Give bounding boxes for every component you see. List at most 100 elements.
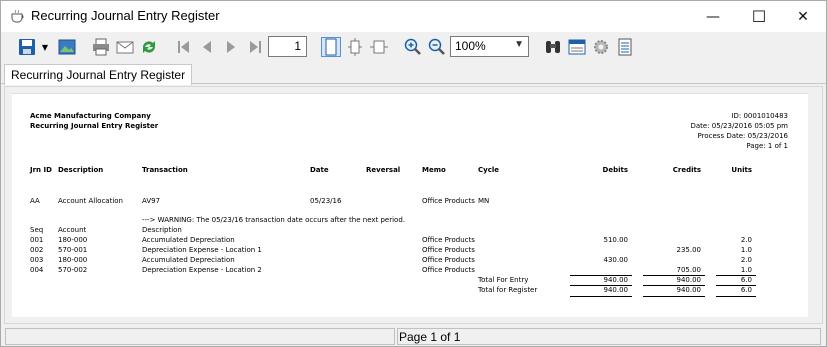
line-description: Accumulated Depreciation (142, 256, 235, 264)
export-image-button[interactable] (57, 37, 77, 57)
image-icon (58, 39, 76, 55)
page-setup-button[interactable] (567, 37, 587, 57)
line-seq: 003 (30, 256, 44, 264)
page-number-input[interactable]: 1 (268, 36, 307, 57)
previous-page-icon (203, 41, 211, 53)
line-memo: Office Products (422, 266, 475, 274)
zoom-out-button[interactable] (427, 37, 447, 57)
save-button[interactable] (17, 37, 37, 57)
warning-message: ---> WARNING: The 05/23/16 transaction d… (142, 216, 406, 224)
previous-page-button[interactable] (197, 37, 217, 57)
close-button[interactable]: ✕ (780, 1, 826, 32)
window-title: Recurring Journal Entry Register (31, 8, 220, 23)
col-units: Units (731, 166, 752, 174)
total-register-units: 6.0 (740, 286, 752, 294)
fit-width-button[interactable] (369, 37, 389, 57)
gear-icon (594, 40, 608, 54)
company-name: Acme Manufacturing Company (30, 112, 151, 120)
email-button[interactable] (115, 37, 135, 57)
total-register-credit: 940.00 (676, 286, 702, 294)
zoom-select[interactable]: 100% ▼ (450, 36, 529, 57)
maximize-icon: ☐ (751, 7, 767, 26)
line-account: 180-000 (58, 236, 88, 244)
minimize-button[interactable]: — (690, 1, 736, 32)
line-seq: 004 (30, 266, 44, 274)
fit-page-button[interactable] (345, 37, 365, 57)
binoculars-icon (546, 41, 560, 53)
line-account: 570-002 (58, 266, 88, 274)
next-page-button[interactable] (221, 37, 241, 57)
report-viewer: Acme Manufacturing Company Recurring Jou… (4, 86, 823, 324)
maximize-button[interactable]: ☐ (736, 1, 782, 32)
coffee-cup-icon (11, 9, 24, 23)
total-rule (716, 296, 756, 297)
line-units: 1.0 (740, 266, 752, 274)
refresh-icon (143, 41, 155, 53)
total-rule (643, 296, 705, 297)
line-units: 2.0 (740, 236, 752, 244)
entry-transaction: AV97 (142, 197, 161, 205)
entry-memo: Office Products (422, 197, 475, 205)
line-debit: 430.00 (603, 256, 629, 264)
col-cycle: Cycle (478, 166, 499, 174)
detail-col-seq: Seq (30, 226, 44, 234)
fit-page-icon (348, 38, 362, 56)
entry-date: 05/23/16 (310, 197, 342, 205)
refresh-button[interactable] (139, 37, 159, 57)
col-reversal: Reversal (366, 166, 401, 174)
line-description: Depreciation Expense - Location 1 (142, 246, 262, 254)
line-memo: Office Products (422, 256, 475, 264)
entry-cycle: MN (478, 197, 490, 205)
tab-recurring-journal-entry-register[interactable]: Recurring Journal Entry Register (4, 64, 193, 85)
report-title: Recurring Journal Entry Register (30, 122, 159, 130)
first-page-button[interactable] (174, 37, 194, 57)
options-button[interactable] (615, 37, 635, 57)
printer-icon (93, 38, 109, 56)
single-page-view-button[interactable] (321, 37, 341, 57)
total-entry-label: Total For Entry (478, 276, 529, 284)
detail-col-account: Account (58, 226, 87, 234)
status-bar: Page 1 of 1 (1, 326, 826, 346)
col-transaction: Transaction (142, 166, 188, 174)
save-dropdown-button[interactable]: ▼ (39, 37, 51, 57)
status-page-text: Page 1 of 1 (399, 330, 461, 344)
settings-button[interactable] (591, 37, 611, 57)
line-credit: 705.00 (676, 266, 702, 274)
first-page-icon (178, 41, 189, 53)
report-id: ID: 0001010483 (731, 112, 788, 120)
line-units: 2.0 (740, 256, 752, 264)
report-window: Recurring Journal Entry Register — ☐ ✕ ▼ (0, 0, 827, 347)
page-setup-icon (568, 39, 586, 55)
col-jrn-id: Jrn ID (30, 166, 52, 174)
find-button[interactable] (543, 37, 563, 57)
total-entry-units: 6.0 (740, 276, 752, 284)
line-seq: 002 (30, 246, 44, 254)
chevron-down-icon: ▼ (514, 39, 524, 50)
checklist-icon (618, 38, 632, 56)
detail-col-description: Description (142, 226, 182, 234)
last-page-button[interactable] (245, 37, 265, 57)
line-account: 180-000 (58, 256, 88, 264)
line-description: Accumulated Depreciation (142, 236, 235, 244)
close-icon: ✕ (797, 8, 809, 25)
col-debits: Debits (602, 166, 628, 174)
line-credit: 235.00 (676, 246, 702, 254)
zoom-in-button[interactable] (403, 37, 423, 57)
line-account: 570-001 (58, 246, 88, 254)
entry-jrn-id: AA (30, 197, 40, 205)
print-button[interactable] (91, 37, 111, 57)
page-icon (325, 38, 337, 56)
total-register-label: Total for Register (478, 286, 538, 294)
zoom-in-icon (404, 38, 421, 55)
col-credits: Credits (672, 166, 701, 174)
line-seq: 001 (30, 236, 44, 244)
process-date: Process Date: 05/23/2016 (697, 132, 788, 140)
line-units: 1.0 (740, 246, 752, 254)
tab-bar: Recurring Journal Entry Register (1, 62, 826, 85)
col-memo: Memo (422, 166, 446, 174)
zoom-out-icon (428, 38, 445, 55)
chevron-down-icon: ▼ (41, 42, 49, 52)
floppy-disk-icon (19, 39, 35, 55)
title-bar: Recurring Journal Entry Register — ☐ ✕ (1, 1, 826, 32)
page-indicator: Page: 1 of 1 (746, 142, 788, 150)
